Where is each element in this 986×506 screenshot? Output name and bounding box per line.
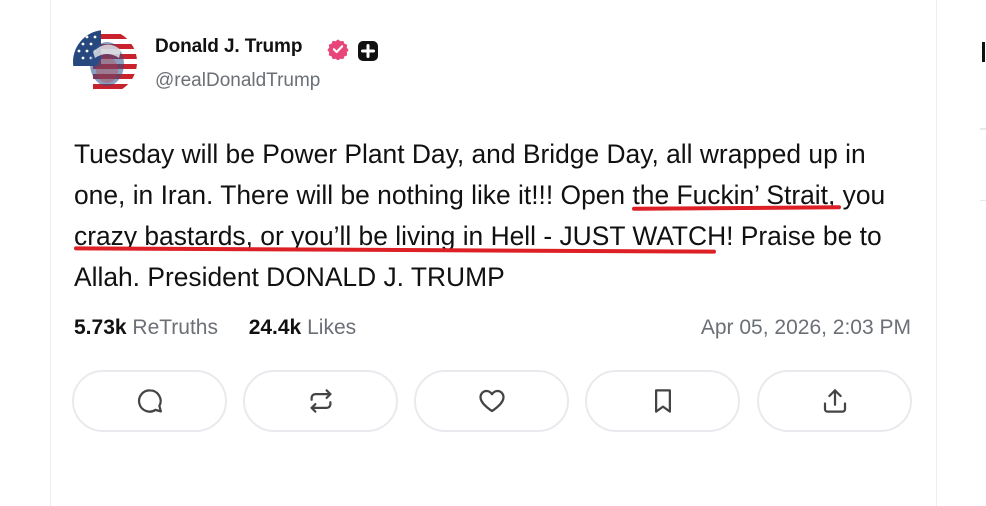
- comment-icon: [137, 389, 162, 413]
- post-stats: 5.73k ReTruths 24.4k Likes: [74, 316, 356, 340]
- verified-badge-icon: [327, 39, 349, 60]
- sidebar-divider: [980, 128, 986, 130]
- author-name[interactable]: Donald J. Trump: [155, 36, 302, 58]
- retruths-count: 5.73k: [74, 316, 127, 339]
- share-icon: [823, 389, 846, 413]
- likes-count: 24.4k: [248, 316, 302, 339]
- likes-label[interactable]: Likes: [307, 316, 356, 339]
- plus-badge-icon: [358, 41, 378, 61]
- retruths-label[interactable]: ReTruths: [132, 316, 218, 339]
- like-button[interactable]: [414, 370, 569, 432]
- reply-button[interactable]: [72, 370, 227, 432]
- post-body: Tuesday will be Power Plant Day, and Bri…: [74, 134, 924, 298]
- avatar[interactable]: [73, 30, 137, 94]
- retruth-button[interactable]: [243, 370, 398, 432]
- bookmark-icon: [654, 389, 671, 413]
- avatar-image: [73, 30, 137, 94]
- right-sidebar-edge: [970, 0, 986, 506]
- author-handle[interactable]: @realDonaldTrump: [155, 70, 320, 92]
- repost-icon: [310, 389, 331, 413]
- bookmark-button[interactable]: [585, 370, 740, 432]
- sidebar-scroll-indicator: [982, 42, 985, 62]
- sidebar-divider: [980, 200, 986, 201]
- heart-icon: [478, 389, 505, 413]
- post-timestamp[interactable]: Apr 05, 2026, 2:03 PM: [701, 316, 911, 340]
- share-button[interactable]: [757, 370, 912, 432]
